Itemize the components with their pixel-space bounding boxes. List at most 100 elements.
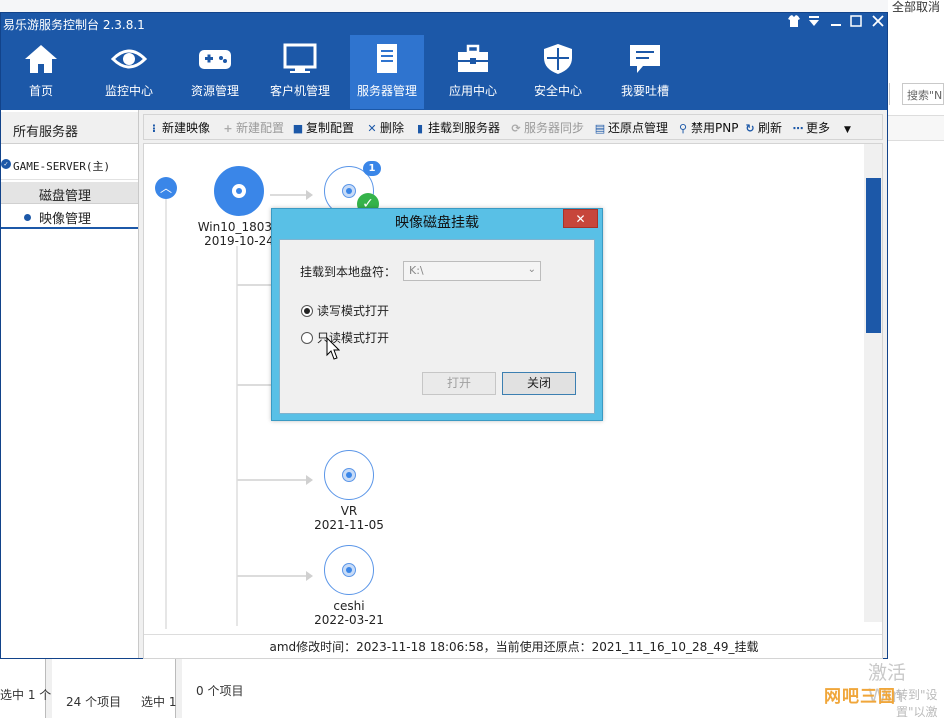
skin-icon[interactable] [785, 14, 803, 32]
background-status-selected: 选中 1 个 [0, 688, 52, 702]
drive-select-value: K:\ [409, 264, 424, 277]
count-badge: 1 [363, 161, 381, 176]
background-explorer-right: 全部取消 搜索"N [888, 0, 944, 718]
plus-icon: + [223, 122, 233, 135]
radio-read-write[interactable]: 读写模式打开 [301, 302, 389, 319]
restore-button[interactable]: ▤ 还原点管理 [594, 119, 668, 137]
image-node-ceshi[interactable]: ceshi 2022-03-21 [294, 545, 404, 627]
sync-label: 服务器同步 [524, 121, 585, 135]
nav-label: 客户机管理 [269, 84, 330, 98]
title-bar: 易乐游服务控制台 2.3.8.1 [1, 13, 887, 33]
close-icon[interactable] [869, 14, 887, 32]
pnp-icon: ⚲ [678, 122, 688, 135]
sync-button[interactable]: ⟳ 服务器同步 [510, 119, 584, 137]
activation-watermark-sub: 转到"设置"以激活制面 [896, 688, 938, 718]
new-config-button[interactable]: + 新建配置 [222, 119, 284, 137]
tree-line [165, 199, 167, 629]
radio-checked-icon [301, 305, 313, 317]
nav-label: 监控中心 [104, 84, 153, 98]
minimize-icon[interactable] [827, 14, 845, 32]
maximize-icon[interactable] [847, 14, 865, 32]
chat-icon [630, 45, 660, 73]
sidebar: 所有服务器 ✓ GAME-SERVER(主) 磁盘管理 映像管理 [1, 110, 139, 658]
more-icon: ⋯ [792, 122, 804, 135]
gamepad-icon [199, 50, 231, 69]
nav-home[interactable]: 首页 [4, 35, 78, 109]
dialog-body: 挂载到本地盘符： K:\ ⌄ 读写模式打开 只读模式打开 打开 关闭 [279, 239, 595, 414]
sidebar-item-server[interactable]: ✓ GAME-SERVER(主) [1, 150, 138, 180]
background-search-field[interactable]: 搜索"N [902, 83, 944, 105]
scrollbar-thumb[interactable] [866, 178, 881, 333]
monitor-icon [283, 43, 317, 73]
home-icon [25, 45, 57, 73]
nav-label: 安全中心 [533, 84, 582, 98]
new-image-button[interactable]: ⁝ 新建映像 [148, 119, 210, 137]
sync-icon: ⟳ [511, 122, 521, 135]
radio-unchecked-icon [301, 332, 313, 344]
toolbar: ⁝ 新建映像 + 新建配置 ■ 复制配置 ✕ 删除 ▮ 挂载到服务器 ⟳ 服务器同步 ▤ 还原… [143, 114, 883, 140]
nav-apps[interactable]: 应用中心 [436, 35, 510, 109]
copy-config-label: 复制配置 [306, 121, 355, 135]
nav-clients[interactable]: 客户机管理 [263, 35, 337, 109]
image-name: ceshi [333, 599, 365, 613]
more-label: 更多 [806, 121, 831, 135]
check-icon: ✓ [1, 159, 11, 169]
mount-icon: ▮ [416, 122, 424, 135]
restore-label: 还原点管理 [608, 121, 669, 135]
mount-button[interactable]: ▮ 挂载到服务器 [414, 119, 500, 137]
image-name: VR [340, 504, 358, 518]
mount-label: 挂载到服务器 [428, 121, 501, 135]
drive-label: 挂载到本地盘符： [300, 265, 397, 279]
window-title: 易乐游服务控制台 2.3.8.1 [3, 18, 145, 32]
sidebar-item-image-management[interactable]: 映像管理 [1, 205, 138, 229]
background-status-zero-items: 0 个项目 [196, 684, 244, 698]
delete-label: 删除 [380, 121, 405, 135]
document-icon [377, 44, 397, 73]
refresh-button[interactable]: ↻ 刷新 [744, 119, 782, 137]
background-explorer-strip [0, 0, 944, 12]
nav-feedback[interactable]: 我要吐槽 [608, 35, 682, 109]
nav-servers[interactable]: 服务器管理 [350, 35, 424, 109]
new-config-label: 新建配置 [236, 121, 285, 135]
vertical-scrollbar[interactable] [864, 144, 882, 622]
image-date: 2022-03-21 [314, 613, 384, 627]
nav-label: 首页 [28, 84, 53, 98]
drive-select[interactable]: K:\ ⌄ [403, 261, 541, 281]
more-button[interactable]: ⋯ 更多 ▼ [792, 119, 851, 137]
radio-label: 读写模式打开 [317, 304, 390, 318]
open-button[interactable]: 打开 [422, 372, 496, 395]
nav-label: 我要吐槽 [620, 84, 669, 98]
sidebar-group-disk[interactable]: 磁盘管理 [1, 182, 138, 204]
collapse-icon[interactable]: ︿ [155, 177, 177, 199]
site-watermark: 网吧三国 [824, 687, 896, 707]
disc-icon [324, 450, 374, 500]
image-date: 2021-11-05 [314, 518, 384, 532]
copy-icon: ■ [292, 122, 304, 135]
new-image-icon: ⁝ [151, 122, 157, 135]
new-image-label: 新建映像 [162, 121, 211, 135]
nav-label: 应用中心 [448, 84, 497, 98]
dialog-title: 映像磁盘挂载 [395, 215, 479, 231]
disc-icon [214, 166, 264, 216]
delete-icon: ✕ [367, 122, 377, 135]
nav-monitor[interactable]: 监控中心 [92, 35, 166, 109]
close-dialog-button[interactable]: 关闭 [502, 372, 576, 395]
chevron-down-icon: ⌄ [527, 264, 536, 275]
nav-resources[interactable]: 资源管理 [178, 35, 252, 109]
menu-dropdown-icon[interactable] [805, 14, 823, 32]
dialog-close-button[interactable]: ✕ [563, 209, 598, 228]
disable-pnp-button[interactable]: ⚲ 禁用PNP [677, 119, 738, 137]
background-status-selected-2: 选中 1 [141, 695, 177, 709]
background-header-row [888, 115, 944, 141]
delete-button[interactable]: ✕ 删除 [366, 119, 404, 137]
mount-dialog: 映像磁盘挂载 ✕ 挂载到本地盘符： K:\ ⌄ 读写模式打开 只读模式打开 打开… [271, 208, 603, 421]
tree-line [236, 246, 238, 626]
nav-label: 资源管理 [190, 84, 239, 98]
copy-config-button[interactable]: ■ 复制配置 [292, 119, 354, 137]
sidebar-all-servers[interactable]: 所有服务器 [1, 112, 138, 144]
restore-status-line: amd修改时间：2023-11-18 18:06:58，当前使用还原点：2021… [144, 634, 882, 656]
sidebar-item-label: 映像管理 [39, 212, 92, 227]
radio-read-only[interactable]: 只读模式打开 [301, 329, 389, 346]
image-node-vr[interactable]: VR 2021-11-05 [294, 450, 404, 532]
nav-security[interactable]: 安全中心 [521, 35, 595, 109]
